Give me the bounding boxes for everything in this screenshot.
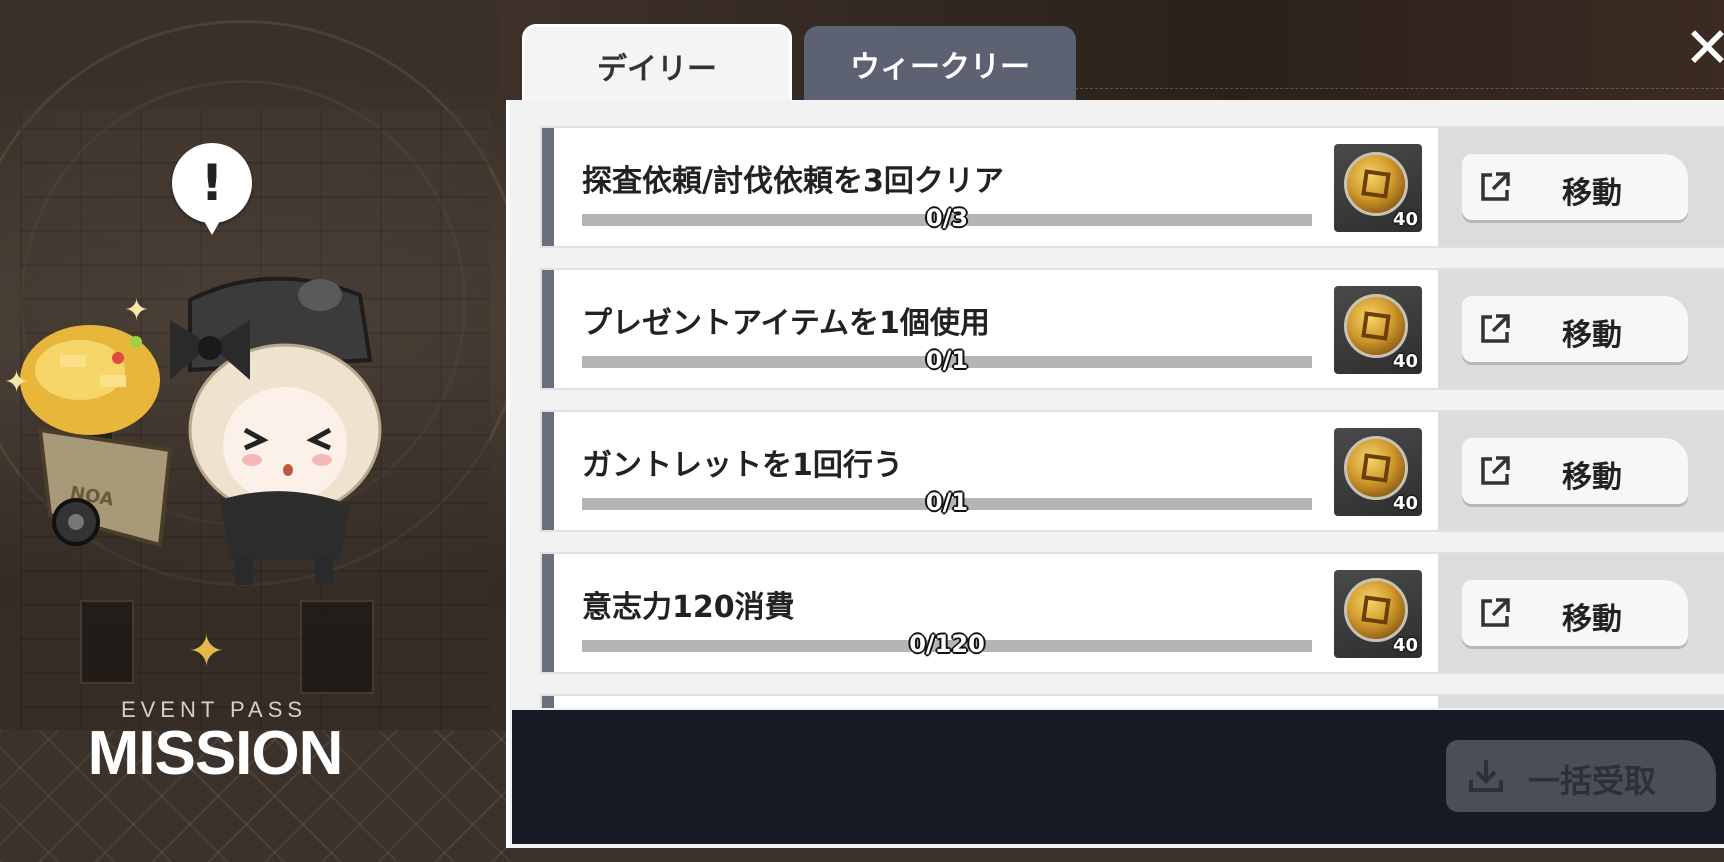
reward-quantity: 40 (1392, 351, 1418, 372)
row-accent (542, 696, 554, 708)
mission-row: ガントレットを1回行う 0/1 40 移動 (540, 410, 1724, 532)
progress-text: 0/120 (909, 630, 985, 658)
sparkle-icon: ✦ (4, 365, 30, 400)
bottom-bar: 一括受取 (512, 710, 1724, 844)
action-cell: 移動 (1438, 554, 1724, 672)
tab-daily[interactable]: デイリー (522, 24, 792, 104)
close-icon: ✕ (1684, 26, 1724, 76)
tab-weekly-label: ウィークリー (850, 50, 1030, 85)
row-accent (542, 554, 554, 672)
reward-quantity: 40 (1392, 209, 1418, 230)
go-button[interactable]: 移動 (1462, 438, 1688, 504)
reward-item[interactable]: 40 (1334, 286, 1422, 374)
go-button-label: 移動 (1562, 460, 1622, 495)
external-link-icon (1481, 598, 1510, 627)
progress-text: 0/1 (925, 488, 969, 516)
exclamation-icon: ! (172, 143, 252, 235)
coin-icon (1344, 152, 1408, 216)
progress-text: 0/3 (925, 204, 969, 232)
mission-title-text: プレゼントアイテムを1個使用 (582, 306, 990, 341)
reward-item[interactable]: 40 (1334, 428, 1422, 516)
action-cell (1438, 696, 1724, 708)
mission-row: 探査依頼/討伐依頼を3回クリア 0/3 40 移動 (540, 126, 1724, 248)
download-icon (1469, 760, 1503, 792)
character-figure (170, 276, 382, 585)
row-accent (542, 128, 554, 246)
tab-weekly[interactable]: ウィークリー (804, 26, 1076, 102)
reward-quantity: 40 (1392, 635, 1418, 656)
reward-quantity: 40 (1392, 493, 1418, 514)
coin-icon (1344, 578, 1408, 642)
go-button-label: 移動 (1562, 602, 1622, 637)
external-link-icon (1481, 314, 1510, 343)
go-button[interactable]: 移動 (1462, 296, 1688, 362)
gold-cart: NOA (20, 325, 173, 548)
mission-row-partial (540, 694, 1724, 708)
sparkle-icon: ✦ (188, 626, 225, 677)
action-cell: 移動 (1438, 412, 1724, 530)
background-window (80, 600, 134, 684)
row-accent (542, 270, 554, 388)
coin-icon (1344, 294, 1408, 358)
sparkle-icon: ✦ (124, 293, 150, 328)
external-link-icon (1481, 456, 1510, 485)
go-button-label: 移動 (1562, 176, 1622, 211)
mission-list[interactable]: 探査依頼/討伐依頼を3回クリア 0/3 40 移動 プレゼントアイテムを1個使用 (540, 126, 1724, 708)
character-illustration: NOA (20, 276, 382, 585)
action-cell: 移動 (1438, 128, 1724, 246)
mission-title: MISSION (87, 719, 344, 788)
progress-text: 0/1 (925, 346, 969, 374)
mission-row: 意志力120消費 0/120 40 移動 (540, 552, 1724, 674)
close-button[interactable]: ✕ (1684, 26, 1724, 76)
claim-all-label: 一括受取 (1528, 762, 1657, 800)
tab-daily-label: デイリー (597, 51, 717, 87)
mission-row: プレゼントアイテムを1個使用 0/1 40 移動 (540, 268, 1724, 390)
go-button[interactable]: 移動 (1462, 154, 1688, 220)
go-button[interactable]: 移動 (1462, 580, 1688, 646)
action-cell: 移動 (1438, 270, 1724, 388)
external-link-icon (1481, 172, 1510, 201)
mission-title-text: ガントレットを1回行う (582, 448, 903, 483)
claim-all-button[interactable]: 一括受取 (1446, 740, 1716, 812)
reward-item[interactable]: 40 (1334, 570, 1422, 658)
row-accent (542, 412, 554, 530)
mission-title-text: 探査依頼/討伐依頼を3回クリア (582, 164, 1004, 199)
divider-line (1075, 88, 1724, 89)
background-window (300, 600, 374, 694)
reward-item[interactable]: 40 (1334, 144, 1422, 232)
go-button-label: 移動 (1562, 318, 1622, 353)
mission-title-text: 意志力120消費 (582, 590, 795, 625)
coin-icon (1344, 436, 1408, 500)
